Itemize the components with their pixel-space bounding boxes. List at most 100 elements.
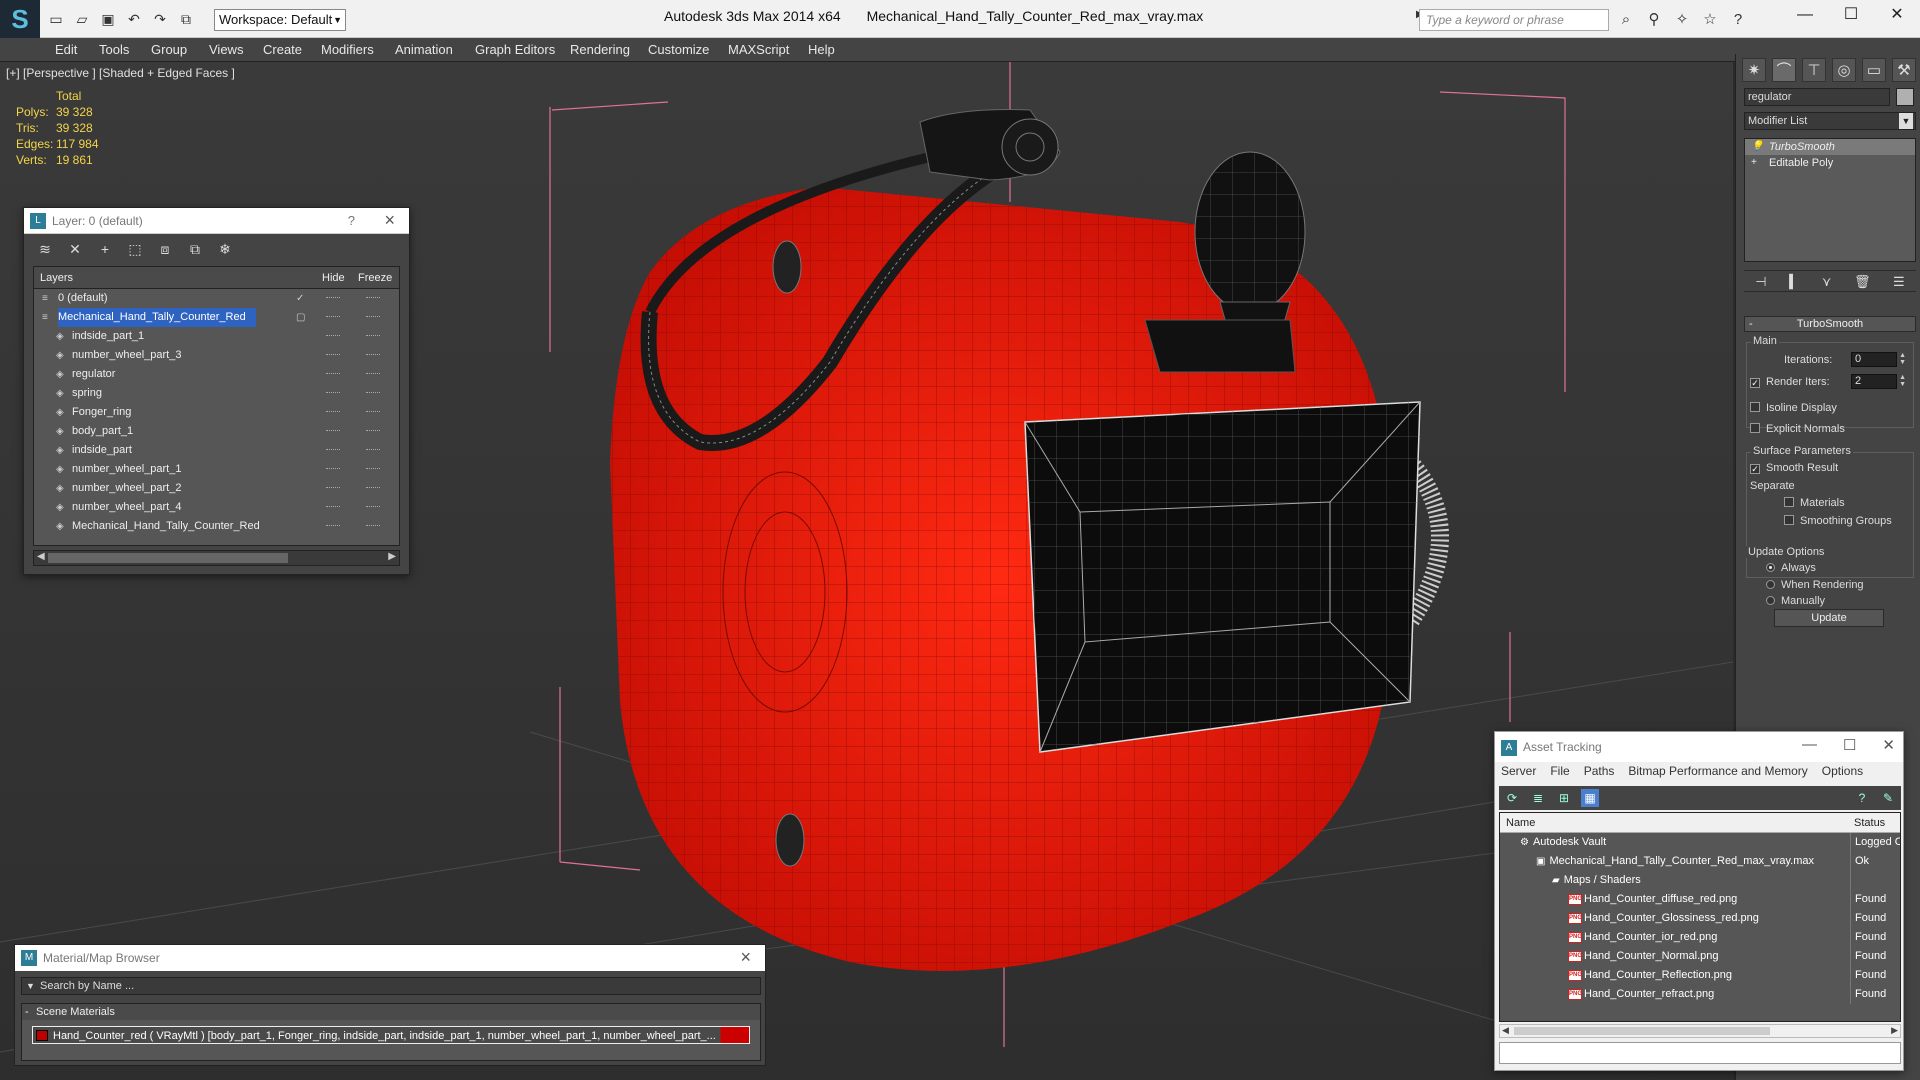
asset-row[interactable]: PNG Hand_Counter_Glossiness_red.png Found <box>1500 909 1900 928</box>
hide-toggle[interactable] <box>326 316 340 318</box>
layer-row[interactable]: ≡ 0 (default) ✓ <box>34 289 399 308</box>
save-file-icon[interactable]: ▣ <box>98 9 118 29</box>
hide-toggle[interactable] <box>326 468 340 470</box>
isoline-display-checkbox[interactable]: Isoline Display <box>1750 402 1837 414</box>
add-to-layer-icon[interactable]: + <box>94 238 116 260</box>
hide-toggle[interactable] <box>326 430 340 432</box>
menu-group[interactable]: Group <box>151 42 187 57</box>
hide-all-icon[interactable]: ⧉ <box>184 238 206 260</box>
menu-animation[interactable]: Animation <box>395 42 453 57</box>
material-browser-titlebar[interactable]: M Material/Map Browser × <box>15 945 765 971</box>
layer-row[interactable]: ◈ body_part_1 <box>34 422 399 441</box>
delete-layer-icon[interactable]: ✕ <box>64 238 86 260</box>
help-icon[interactable]: ? <box>1853 789 1871 807</box>
update-manually-radio[interactable]: Manually <box>1766 595 1825 607</box>
close-button[interactable]: ✕ <box>1874 0 1920 30</box>
viewport-label[interactable]: [+] [Perspective ] [Shaded + Edged Faces… <box>6 66 235 80</box>
hide-toggle[interactable] <box>326 373 340 375</box>
subscription-icon[interactable]: ⚲ <box>1643 9 1665 31</box>
hierarchy-tab-icon[interactable]: ⊤ <box>1802 58 1826 82</box>
app-logo-icon[interactable]: S <box>0 0 40 38</box>
thumbnail-view-icon[interactable]: ⊞ <box>1555 789 1573 807</box>
motion-tab-icon[interactable]: ◎ <box>1832 58 1856 82</box>
options-dropdown-icon[interactable]: ▼ <box>26 978 35 994</box>
refresh-icon[interactable]: ⟳ <box>1503 789 1521 807</box>
menu-graph-editors[interactable]: Graph Editors <box>475 42 555 57</box>
separate-materials-checkbox[interactable]: Materials <box>1784 497 1845 509</box>
stack-item-turbosmooth[interactable]: 💡 TurboSmooth <box>1745 139 1915 155</box>
display-tab-icon[interactable]: ▭ <box>1862 58 1886 82</box>
maximize-button[interactable]: ☐ <box>1828 0 1874 30</box>
column-layers[interactable]: Layers <box>40 272 73 284</box>
hide-toggle[interactable] <box>326 506 340 508</box>
column-name[interactable]: Name <box>1506 817 1535 829</box>
hide-toggle[interactable] <box>326 297 340 299</box>
menu-paths[interactable]: Paths <box>1584 764 1615 778</box>
scroll-right-icon[interactable]: ▶ <box>1891 1025 1898 1036</box>
column-freeze[interactable]: Freeze <box>358 272 392 284</box>
asset-horizontal-scrollbar[interactable]: ◀ ▶ <box>1499 1024 1901 1038</box>
workspace-dropdown[interactable]: Workspace: Default ▼ <box>214 9 346 31</box>
utilities-tab-icon[interactable]: ⚒ <box>1892 58 1916 82</box>
minimize-button[interactable]: — <box>1802 736 1817 754</box>
freeze-toggle[interactable] <box>366 487 380 489</box>
settings-icon[interactable]: ✎ <box>1879 789 1897 807</box>
hide-toggle[interactable] <box>326 335 340 337</box>
menu-options[interactable]: Options <box>1822 764 1863 778</box>
freeze-toggle[interactable] <box>366 430 380 432</box>
render-iters-spinner[interactable]: 2 ▲ ▼ <box>1851 374 1906 389</box>
communication-icon[interactable]: ✧ <box>1671 9 1693 31</box>
hide-toggle[interactable] <box>326 487 340 489</box>
scene-materials-header[interactable]: - Scene Materials <box>22 1004 760 1020</box>
layer-row[interactable]: ◈ spring <box>34 384 399 403</box>
layer-row[interactable]: ◈ Mechanical_Hand_Tally_Counter_Red <box>34 517 399 536</box>
menu-file[interactable]: File <box>1550 764 1569 778</box>
make-unique-icon[interactable]: ⋎ <box>1822 274 1832 291</box>
column-status[interactable]: Status <box>1854 817 1885 829</box>
scroll-right-icon[interactable]: ▶ <box>388 551 396 562</box>
layer-row[interactable]: ◈ indside_part <box>34 441 399 460</box>
menu-tools[interactable]: Tools <box>99 42 129 57</box>
scroll-left-icon[interactable]: ◀ <box>1502 1025 1509 1036</box>
set-current-layer-icon[interactable]: ▢ <box>296 308 305 327</box>
material-item[interactable]: Hand_Counter_red ( VRayMtl ) [body_part_… <box>32 1026 750 1044</box>
redo-icon[interactable]: ↷ <box>150 9 170 29</box>
hide-toggle[interactable] <box>326 449 340 451</box>
table-view-icon[interactable]: ▦ <box>1581 789 1599 807</box>
create-tab-icon[interactable]: ✷ <box>1742 58 1766 82</box>
spinner-arrows-icon[interactable]: ▲ ▼ <box>1899 374 1906 388</box>
menu-customize[interactable]: Customize <box>648 42 709 57</box>
menu-bitmap-performance[interactable]: Bitmap Performance and Memory <box>1628 764 1807 778</box>
asset-tracking-titlebar[interactable]: A Asset Tracking — ☐ ✕ <box>1495 732 1903 762</box>
help-icon[interactable]: ? <box>1727 9 1749 31</box>
scroll-thumb[interactable] <box>1514 1027 1770 1035</box>
update-always-radio[interactable]: Always <box>1766 562 1816 574</box>
freeze-toggle[interactable] <box>366 468 380 470</box>
asset-row[interactable]: PNG Hand_Counter_Normal.png Found <box>1500 947 1900 966</box>
pin-stack-icon[interactable]: ⊣ <box>1755 274 1766 291</box>
menu-edit[interactable]: Edit <box>55 42 77 57</box>
create-layer-icon[interactable]: ≋ <box>34 238 56 260</box>
update-when-rendering-radio[interactable]: When Rendering <box>1766 579 1864 591</box>
binoculars-icon[interactable]: ⌕ <box>1615 9 1637 31</box>
expand-plus-icon[interactable]: + <box>1751 155 1757 171</box>
scroll-left-icon[interactable]: ◀ <box>37 551 45 562</box>
select-objects-icon[interactable]: ⬚ <box>124 238 146 260</box>
hide-toggle[interactable] <box>326 354 340 356</box>
configure-modifier-sets-icon[interactable]: ☰ <box>1893 274 1905 291</box>
explicit-normals-checkbox[interactable]: Explicit Normals <box>1750 423 1845 435</box>
stack-item-editable-poly[interactable]: + Editable Poly <box>1745 155 1915 171</box>
layer-row[interactable]: ◈ number_wheel_part_1 <box>34 460 399 479</box>
layer-row[interactable]: ◈ number_wheel_part_2 <box>34 479 399 498</box>
asset-row[interactable]: ▰ Maps / Shaders <box>1500 871 1900 890</box>
project-folder-icon[interactable]: ⧉ <box>176 9 196 29</box>
hide-toggle[interactable] <box>326 392 340 394</box>
layer-row[interactable]: ◈ regulator <box>34 365 399 384</box>
menu-create[interactable]: Create <box>263 42 302 57</box>
freeze-toggle[interactable] <box>366 506 380 508</box>
asset-row[interactable]: PNG Hand_Counter_Reflection.png Found <box>1500 966 1900 985</box>
separate-smoothing-groups-checkbox[interactable]: Smoothing Groups <box>1784 515 1892 527</box>
asset-path-field[interactable] <box>1499 1042 1901 1064</box>
object-name-field[interactable]: regulator <box>1744 88 1890 106</box>
show-end-result-icon[interactable]: ▍ <box>1789 274 1799 291</box>
